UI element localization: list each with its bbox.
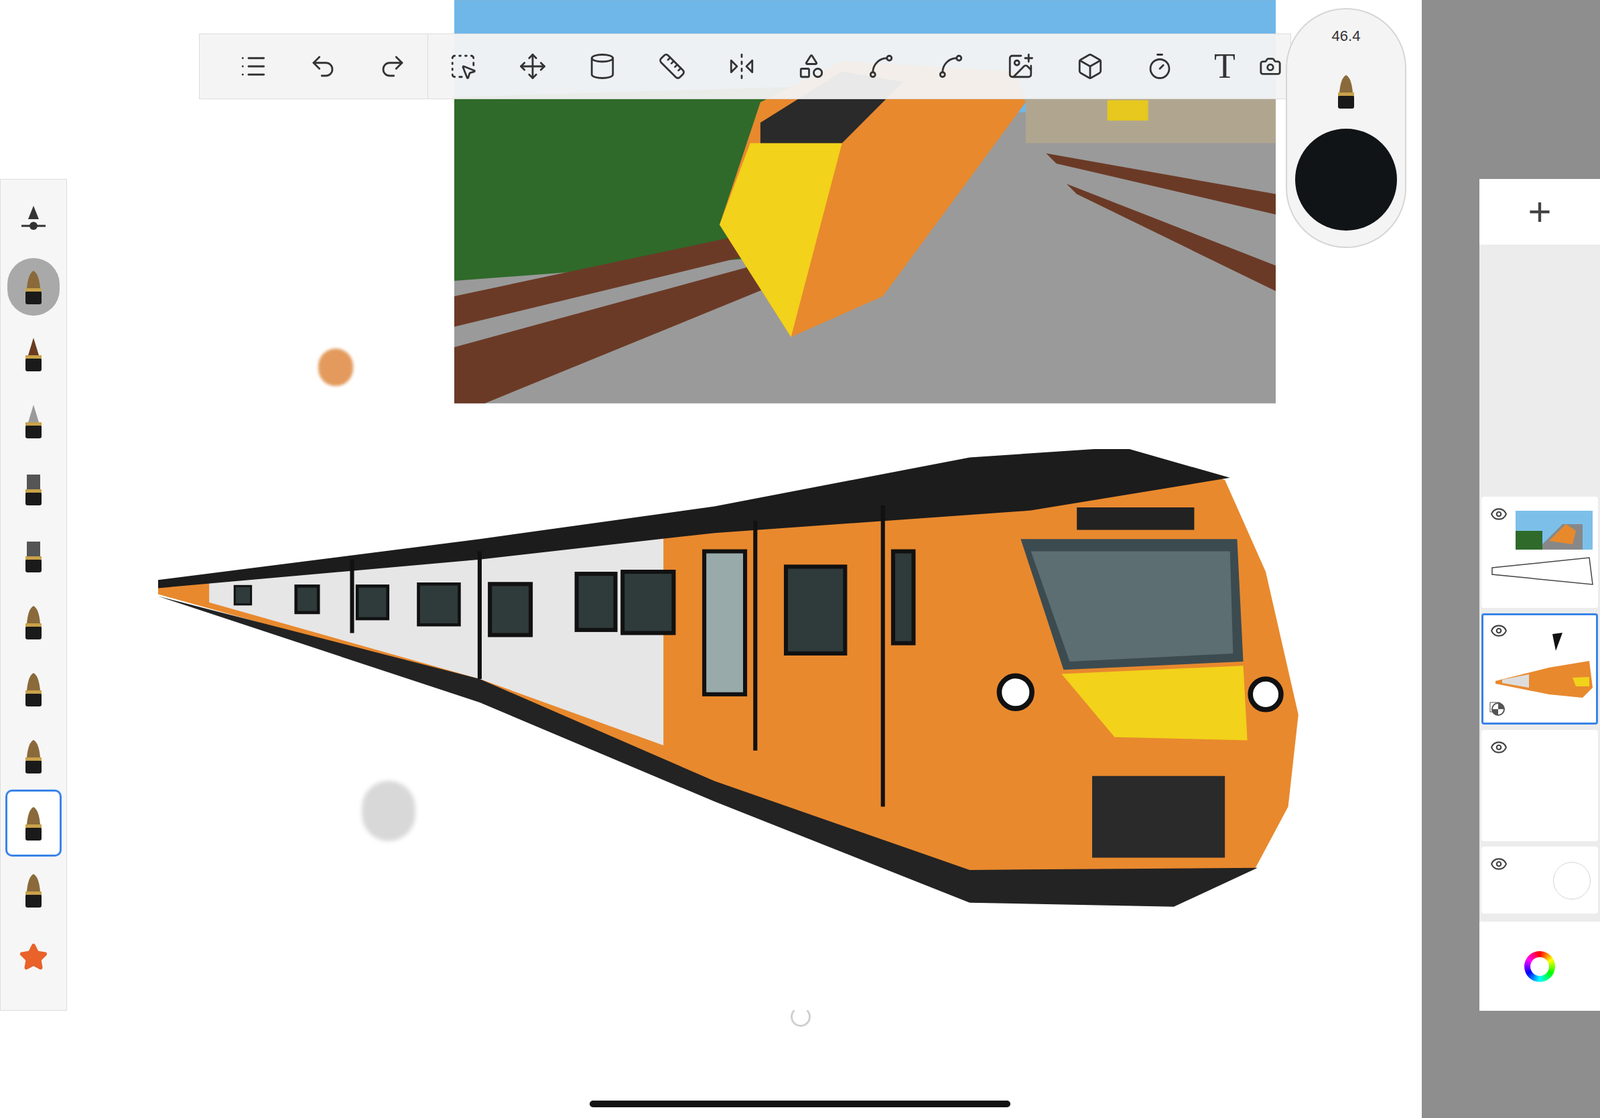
layer-item[interactable]: [1481, 496, 1598, 608]
visible-eye-icon[interactable]: [1490, 505, 1508, 523]
toolbar-button[interactable]: [985, 34, 1056, 99]
brush-icon: [20, 804, 47, 842]
move-icon: [518, 52, 547, 81]
alpha-lock-icon[interactable]: [1491, 702, 1505, 716]
toolbar-button[interactable]: [1055, 34, 1125, 99]
brush-palette-item[interactable]: [5, 655, 62, 723]
brush-icon: [20, 268, 47, 306]
home-indicator: [589, 1100, 1011, 1107]
brush-icon: [20, 536, 47, 574]
visible-eye-icon[interactable]: [1490, 621, 1508, 640]
brush-icon: [20, 670, 47, 708]
train-drawing: [158, 448, 1307, 909]
add-layer-button[interactable]: +: [1479, 178, 1600, 245]
shapes-icon: [797, 52, 826, 81]
toolbar-button[interactable]: [776, 34, 847, 99]
toolbar-button[interactable]: [357, 34, 428, 99]
brush-palette-item[interactable]: [5, 454, 62, 522]
brush-icon: [20, 871, 47, 909]
camera-button[interactable]: [1254, 34, 1282, 99]
toolbar-button[interactable]: [637, 34, 707, 99]
brush-icon: [1332, 72, 1360, 110]
visible-eye-icon[interactable]: [1490, 738, 1508, 756]
timelapse-icon: [1145, 52, 1174, 81]
layer-item[interactable]: [1481, 613, 1598, 725]
brush-palette-item[interactable]: [5, 789, 62, 857]
brush-icon: [20, 402, 47, 440]
brush-palette-item[interactable]: [5, 320, 62, 388]
brush-size-label: 46.4: [1331, 26, 1361, 46]
visible-eye-icon[interactable]: [1490, 854, 1508, 873]
brush-palette-item[interactable]: [5, 186, 62, 254]
camera-icon: [1258, 54, 1282, 78]
favorites-star-icon: [18, 942, 49, 972]
toolbar-button[interactable]: [706, 34, 777, 99]
pencil-smudge: [361, 780, 416, 841]
brush-palette-item[interactable]: [5, 588, 62, 656]
brush-icon: [20, 335, 47, 373]
current-color-swatch[interactable]: [1295, 128, 1397, 231]
brush-palette-item[interactable]: [5, 253, 62, 321]
layers-panel: +: [1479, 178, 1600, 1011]
stroke-icon: [867, 52, 896, 81]
brush-icon: [20, 737, 47, 775]
brush-icon: [20, 603, 47, 641]
layer-list-icon: [239, 52, 268, 81]
toolbar-button[interactable]: [1124, 34, 1195, 99]
toolbar-button[interactable]: [428, 34, 498, 99]
brush-palette-item[interactable]: [5, 521, 62, 589]
fill-icon: [588, 52, 617, 81]
brush-puck[interactable]: 46.4: [1285, 8, 1407, 248]
toolbar-button[interactable]: [567, 34, 638, 99]
layer-thumbnail: [1488, 503, 1596, 598]
color-wheel-button[interactable]: [1479, 921, 1600, 1011]
loading-spinner-icon: [790, 1006, 811, 1027]
brush-palette-item[interactable]: [5, 856, 62, 924]
curve-icon: [936, 52, 965, 81]
layer-thumbnail: [1488, 737, 1596, 831]
canvas[interactable]: [0, 0, 1422, 1118]
perspective-icon: [1076, 52, 1105, 81]
brush-palette-item[interactable]: [5, 923, 62, 991]
add-image-icon: [1006, 52, 1035, 81]
paint-dab: [318, 348, 354, 386]
select-icon: [448, 52, 478, 81]
toolbar-button[interactable]: [218, 34, 289, 99]
layer-thumbnail: [1488, 620, 1596, 715]
toolbar-divider: [427, 34, 429, 99]
symmetry-icon: [727, 52, 756, 81]
toolbar: T: [198, 33, 1292, 100]
brush-icon: [20, 469, 47, 507]
size-slider-icon: [18, 203, 49, 237]
toolbar-button[interactable]: [846, 34, 916, 99]
brush-palette-item[interactable]: [5, 387, 62, 455]
toolbar-button[interactable]: [497, 34, 568, 99]
toolbar-button[interactable]: [915, 34, 986, 99]
toolbar-button[interactable]: [288, 34, 358, 99]
layer-item[interactable]: [1481, 846, 1598, 914]
redo-icon: [378, 52, 407, 81]
ruler-icon: [657, 52, 687, 81]
undo-icon: [308, 52, 338, 81]
brush-palette-item[interactable]: [5, 722, 62, 790]
sketchbook-app: T 46.4 +: [0, 0, 1600, 1118]
layer-item[interactable]: [1481, 729, 1598, 841]
brush-palette: [0, 178, 68, 1011]
text-tool-button[interactable]: T: [1194, 34, 1255, 99]
